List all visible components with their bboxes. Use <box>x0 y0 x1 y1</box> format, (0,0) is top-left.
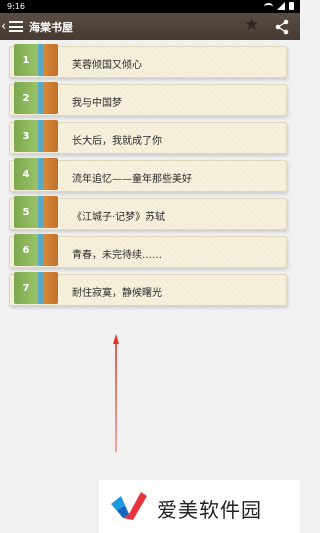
book-title: 《江城子·记梦》苏轼 <box>72 212 166 223</box>
book-item-4[interactable]: 4 流年追忆——童年那些美好 <box>9 158 287 192</box>
book-title: 芙蓉倾国又倾心 <box>72 60 142 71</box>
book-bookmark: 3 <box>14 120 64 152</box>
app-bar: ‹ 海棠书屋 ★ <box>0 13 300 40</box>
up-arrow-annotation <box>113 334 119 452</box>
book-bookmark: 1 <box>14 44 64 76</box>
page-title: 海棠书屋 <box>29 21 73 34</box>
book-title: 流年追忆——童年那些美好 <box>72 174 192 185</box>
chevron-left-icon: ‹ <box>1 19 7 34</box>
book-number: 4 <box>14 158 38 190</box>
book-number: 1 <box>14 44 38 76</box>
book-bookmark: 2 <box>14 82 64 114</box>
book-number: 6 <box>14 234 38 266</box>
brand-logo-icon <box>111 492 147 520</box>
star-icon[interactable]: ★ <box>244 17 259 34</box>
watermark-banner: 爱美软件园 <box>99 480 300 533</box>
book-item-1[interactable]: 1 芙蓉倾国又倾心 <box>9 44 287 78</box>
book-item-2[interactable]: 2 我与中国梦 <box>9 82 287 116</box>
book-item-3[interactable]: 3 长大后，我就成了你 <box>9 120 287 154</box>
book-title: 青春，未完待续…… <box>72 250 162 261</box>
book-number: 3 <box>14 120 38 152</box>
book-bookmark: 6 <box>14 234 64 266</box>
status-bar: 9:16 <box>0 0 300 13</box>
book-item-5[interactable]: 5 《江城子·记梦》苏轼 <box>9 196 287 230</box>
book-bookmark: 7 <box>14 272 64 304</box>
book-number: 5 <box>14 196 38 228</box>
book-item-7[interactable]: 7 耐住寂寞，静候曙光 <box>9 272 287 306</box>
book-item-6[interactable]: 6 青春，未完待续…… <box>9 234 287 268</box>
signal-icon <box>277 2 285 10</box>
book-bookmark: 4 <box>14 158 64 190</box>
book-number: 7 <box>14 272 38 304</box>
status-time: 9:16 <box>7 2 25 11</box>
wifi-icon <box>264 2 273 10</box>
watermark-text: 爱美软件园 <box>157 498 262 522</box>
book-bookmark: 5 <box>14 196 64 228</box>
battery-icon <box>289 2 294 10</box>
hamburger-menu-icon[interactable] <box>9 21 23 32</box>
book-title: 耐住寂寞，静候曙光 <box>72 288 162 299</box>
book-title: 长大后，我就成了你 <box>72 136 162 147</box>
share-icon[interactable] <box>274 19 290 35</box>
book-number: 2 <box>14 82 38 114</box>
status-icons <box>264 2 294 10</box>
book-title: 我与中国梦 <box>72 98 122 109</box>
